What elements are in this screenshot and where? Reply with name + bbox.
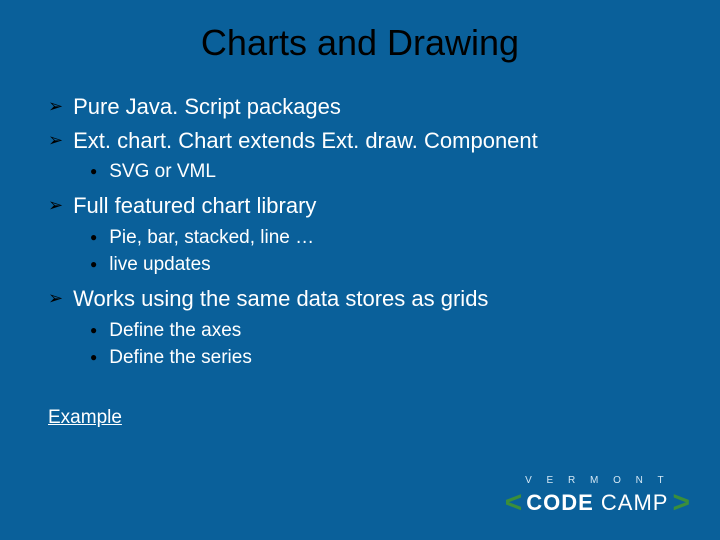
sub-bullet-item: ● Define the axes <box>90 318 672 344</box>
bullet-item: ➢ Pure Java. Script packages <box>48 92 672 122</box>
angle-right-icon: > <box>672 488 690 518</box>
logo-main: < CODE CAMP > <box>505 488 690 518</box>
logo-code-text: CODE CAMP <box>526 492 668 515</box>
sub-bullet-text: SVG or VML <box>109 159 216 185</box>
sub-bullet-text: Define the axes <box>109 318 241 344</box>
arrow-icon: ➢ <box>48 284 63 312</box>
sub-bullet-text: live updates <box>109 252 210 278</box>
dot-icon: ● <box>90 345 97 369</box>
sub-list: ● Pie, bar, stacked, line … ● live updat… <box>48 225 672 278</box>
arrow-icon: ➢ <box>48 191 63 219</box>
sub-bullet-item: ● Pie, bar, stacked, line … <box>90 225 672 251</box>
slide: Charts and Drawing ➢ Pure Java. Script p… <box>0 0 720 540</box>
dot-icon: ● <box>90 252 97 276</box>
sub-bullet-item: ● Define the series <box>90 345 672 371</box>
slide-content: ➢ Pure Java. Script packages ➢ Ext. char… <box>0 64 720 431</box>
dot-icon: ● <box>90 225 97 249</box>
sub-bullet-item: ● live updates <box>90 252 672 278</box>
sub-list: ● Define the axes ● Define the series <box>48 318 672 371</box>
sub-bullet-text: Pie, bar, stacked, line … <box>109 225 314 251</box>
dot-icon: ● <box>90 159 97 183</box>
vermont-code-camp-logo: V E R M O N T < CODE CAMP > <box>505 475 690 518</box>
bullet-text: Works using the same data stores as grid… <box>73 284 488 314</box>
example-link[interactable]: Example <box>48 405 122 431</box>
bullet-text: Ext. chart. Chart extends Ext. draw. Com… <box>73 126 538 156</box>
sub-list: ● SVG or VML <box>48 159 672 185</box>
dot-icon: ● <box>90 318 97 342</box>
bullet-text: Pure Java. Script packages <box>73 92 341 122</box>
bullet-item: ➢ Ext. chart. Chart extends Ext. draw. C… <box>48 126 672 156</box>
bullet-item: ➢ Works using the same data stores as gr… <box>48 284 672 314</box>
arrow-icon: ➢ <box>48 92 63 120</box>
bullet-text: Full featured chart library <box>73 191 316 221</box>
sub-bullet-item: ● SVG or VML <box>90 159 672 185</box>
sub-bullet-text: Define the series <box>109 345 252 371</box>
angle-left-icon: < <box>505 488 523 518</box>
logo-top-text: V E R M O N T <box>505 475 690 486</box>
arrow-icon: ➢ <box>48 126 63 154</box>
slide-title: Charts and Drawing <box>0 0 720 64</box>
bullet-item: ➢ Full featured chart library <box>48 191 672 221</box>
